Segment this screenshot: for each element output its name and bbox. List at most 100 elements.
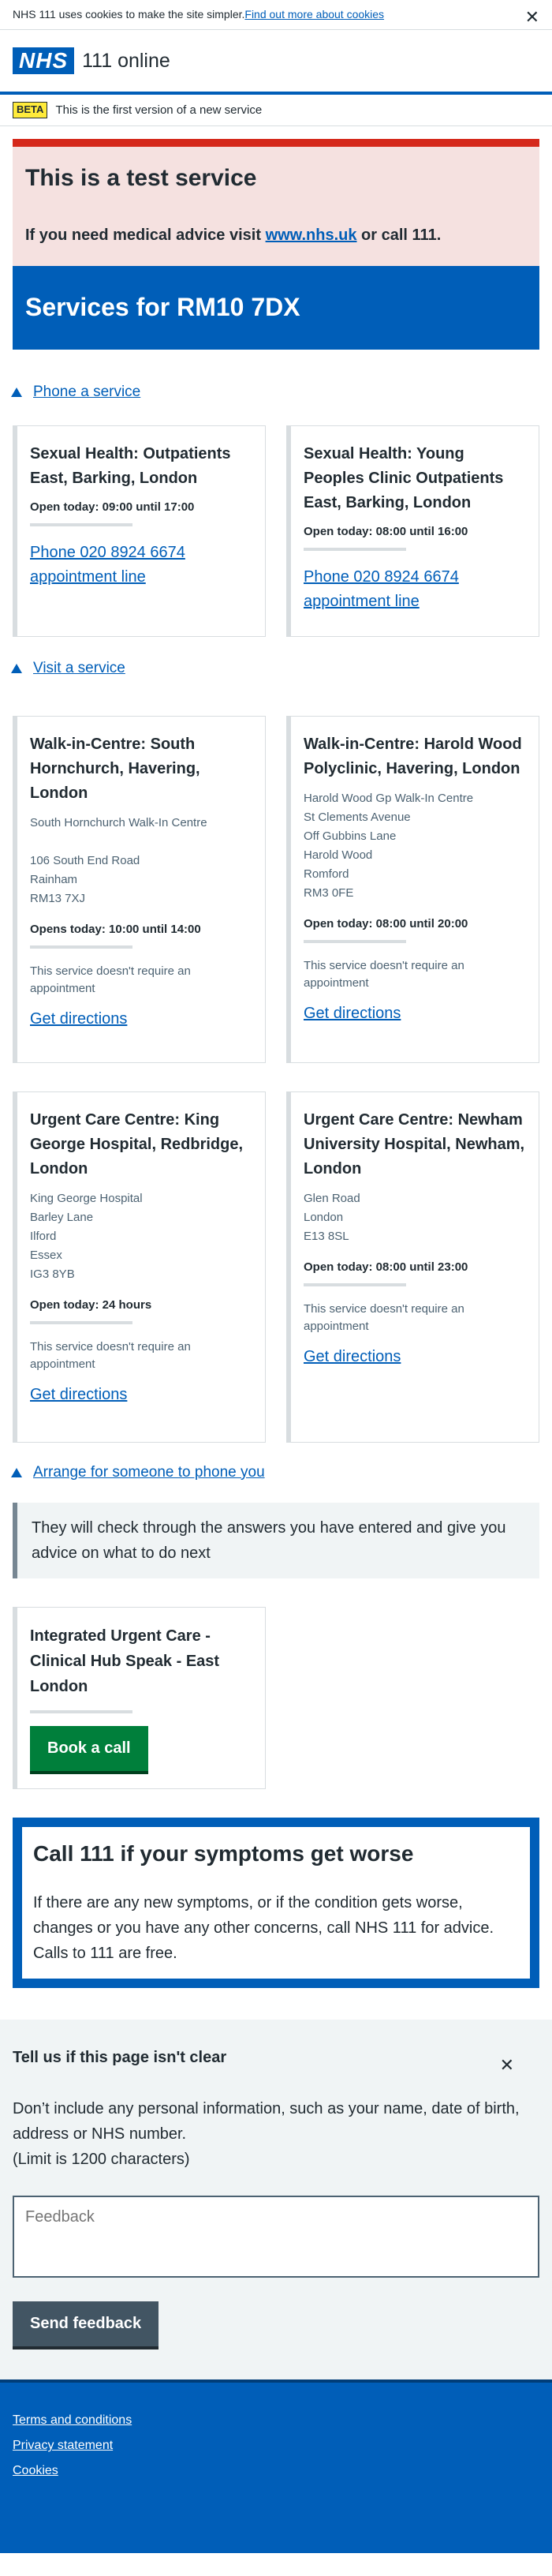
- test-banner-text-start: If you need medical advice visit: [25, 226, 266, 244]
- phase-banner: BETA This is the first version of a new …: [0, 95, 552, 126]
- nhs-website-link[interactable]: www.nhs.uk: [266, 227, 357, 244]
- appointment-note: This service doesn't require an appointm…: [304, 1302, 464, 1333]
- care-card: Call 111 if your symptoms get worse If t…: [13, 1817, 539, 1989]
- service-title: Urgent Care Centre: Newham University Ho…: [304, 1110, 525, 1178]
- service-card: Walk-in-Centre: Harold Wood Polyclinic, …: [286, 715, 539, 1063]
- triangle-up-icon: [11, 1467, 22, 1477]
- opening-times: Open today: 08:00 until 23:00: [304, 1260, 468, 1274]
- divider: [30, 523, 132, 527]
- service-title: Walk-in-Centre: Harold Wood Polyclinic, …: [304, 735, 522, 777]
- close-icon[interactable]: ✕: [525, 5, 539, 30]
- care-card-text: If there are any new symptoms, or if the…: [33, 1894, 494, 1963]
- address-line: Romford: [304, 867, 349, 881]
- service-title: Sexual Health: Young Peoples Clinic Outp…: [304, 444, 504, 511]
- book-call-button[interactable]: Book a call: [30, 1725, 148, 1774]
- visit-section-link[interactable]: Visit a service: [33, 657, 125, 680]
- phone-services-list: Sexual Health: Outpatients East, Barking…: [13, 425, 539, 637]
- service-address: King George Hospital Barley Lane Ilford …: [30, 1189, 252, 1284]
- divider: [30, 945, 132, 949]
- directions-link[interactable]: Get directions: [304, 1005, 401, 1022]
- opening-times: Open today: 09:00 until 17:00: [30, 500, 195, 514]
- service-address: Harold Wood Gp Walk-In Centre St Clement…: [304, 789, 526, 903]
- service-card: Sexual Health: Outpatients East, Barking…: [13, 425, 266, 637]
- cookie-banner: NHS 111 uses cookies to make the site si…: [0, 0, 552, 30]
- opening-times: Open today: 08:00 until 20:00: [304, 916, 468, 930]
- address-line: St Clements Avenue: [304, 810, 411, 824]
- callback-info-inset: They will check through the answers you …: [13, 1502, 539, 1578]
- address-line: London: [304, 1210, 344, 1224]
- address-line: Glen Road: [304, 1191, 360, 1205]
- beta-tag: BETA: [13, 102, 48, 118]
- address-line: RM3 0FE: [304, 886, 354, 900]
- phone-link[interactable]: Phone 020 8924 6674 appointment line: [304, 568, 459, 610]
- care-card-title: Call 111 if your symptoms get worse: [33, 1840, 414, 1866]
- address-line: Harold Wood: [304, 848, 373, 862]
- address-line: IG3 8YB: [30, 1267, 75, 1281]
- address-line: Barley Lane: [30, 1210, 94, 1224]
- service-title: Urgent Care Centre: King George Hospital…: [30, 1110, 244, 1178]
- feedback-input[interactable]: [13, 2196, 539, 2278]
- service-address: Glen Road London E13 8SL: [304, 1189, 526, 1246]
- nhs-logo[interactable]: NHS: [13, 47, 75, 74]
- test-service-banner: This is a test service If you need medic…: [13, 139, 539, 266]
- opening-times: Open today: 08:00 until 16:00: [304, 524, 468, 538]
- callback-section-toggle[interactable]: Arrange for someone to phone you: [11, 1457, 541, 1488]
- address-line: Ilford: [30, 1229, 57, 1243]
- site-footer: Terms and conditions Privacy statement C…: [0, 2379, 552, 2554]
- callback-section-link[interactable]: Arrange for someone to phone you: [33, 1462, 265, 1484]
- address-line: Essex: [30, 1248, 62, 1262]
- opening-times: Open today: 24 hours: [30, 1297, 152, 1312]
- divider: [304, 1283, 406, 1287]
- triangle-up-icon: [11, 387, 22, 397]
- address-line: King George Hospital: [30, 1191, 143, 1205]
- service-card: Sexual Health: Young Peoples Clinic Outp…: [286, 425, 539, 637]
- feedback-instructions: Don’t include any personal information, …: [13, 2100, 520, 2144]
- send-feedback-button[interactable]: Send feedback: [13, 2301, 159, 2350]
- divider: [304, 548, 406, 552]
- triangle-up-icon: [11, 663, 22, 673]
- feedback-limit: (Limit is 1200 characters): [13, 2151, 190, 2169]
- address-gap: [30, 833, 252, 852]
- address-line: South Hornchurch Walk-In Centre: [30, 815, 207, 829]
- phone-section-link[interactable]: Phone a service: [33, 381, 140, 403]
- feedback-panel: Tell us if this page isn't clear ✕ Don’t…: [0, 2020, 552, 2380]
- visit-services-list-row-2: Urgent Care Centre: King George Hospital…: [13, 1091, 539, 1443]
- test-banner-text-end: or call 111.: [356, 226, 442, 244]
- test-banner-title: This is a test service: [25, 165, 257, 191]
- callback-service-card: Integrated Urgent Care - Clinical Hub Sp…: [13, 1606, 266, 1789]
- address-line: RM13 7XJ: [30, 891, 86, 905]
- appointment-note: This service doesn't require an appointm…: [304, 959, 464, 990]
- feedback-title: Tell us if this page isn't clear: [13, 2049, 227, 2067]
- phone-section-toggle[interactable]: Phone a service: [11, 376, 541, 408]
- footer-link-cookies[interactable]: Cookies: [13, 2458, 539, 2484]
- divider: [30, 1709, 132, 1713]
- directions-link[interactable]: Get directions: [30, 1010, 127, 1028]
- address-line: Rainham: [30, 872, 78, 886]
- footer-link-terms[interactable]: Terms and conditions: [13, 2408, 539, 2433]
- service-card: Urgent Care Centre: King George Hospital…: [13, 1091, 266, 1443]
- address-line: Harold Wood Gp Walk-In Centre: [304, 791, 474, 805]
- appointment-note: This service doesn't require an appointm…: [30, 1340, 191, 1371]
- cookie-info-link[interactable]: Find out more about cookies: [244, 6, 384, 22]
- divider: [30, 1321, 132, 1325]
- footer-link-privacy[interactable]: Privacy statement: [13, 2433, 539, 2458]
- cookie-text: NHS 111 uses cookies to make the site si…: [13, 8, 245, 21]
- address-line: Off Gubbins Lane: [304, 829, 397, 843]
- site-header: NHS 111 online: [0, 30, 552, 95]
- service-title: Sexual Health: Outpatients East, Barking…: [30, 444, 231, 487]
- address-line: E13 8SL: [304, 1229, 349, 1243]
- beta-text: This is the first version of a new servi…: [55, 103, 263, 117]
- close-icon[interactable]: ✕: [500, 2053, 514, 2078]
- phone-link[interactable]: Phone 020 8924 6674 appointment line: [30, 544, 185, 586]
- test-banner-text: If you need medical advice visit www.nhs…: [25, 224, 527, 247]
- service-name[interactable]: 111 online: [82, 47, 170, 75]
- directions-link[interactable]: Get directions: [304, 1348, 401, 1365]
- service-card: Walk-in-Centre: South Hornchurch, Haveri…: [13, 715, 266, 1063]
- address-line: 106 South End Road: [30, 853, 140, 867]
- service-title: Integrated Urgent Care - Clinical Hub Sp…: [30, 1627, 220, 1695]
- visit-section-toggle[interactable]: Visit a service: [11, 653, 541, 684]
- service-title: Walk-in-Centre: South Hornchurch, Haveri…: [30, 735, 200, 802]
- service-card: Urgent Care Centre: Newham University Ho…: [286, 1091, 539, 1443]
- directions-link[interactable]: Get directions: [30, 1386, 127, 1403]
- visit-services-list: Walk-in-Centre: South Hornchurch, Haveri…: [13, 715, 539, 1063]
